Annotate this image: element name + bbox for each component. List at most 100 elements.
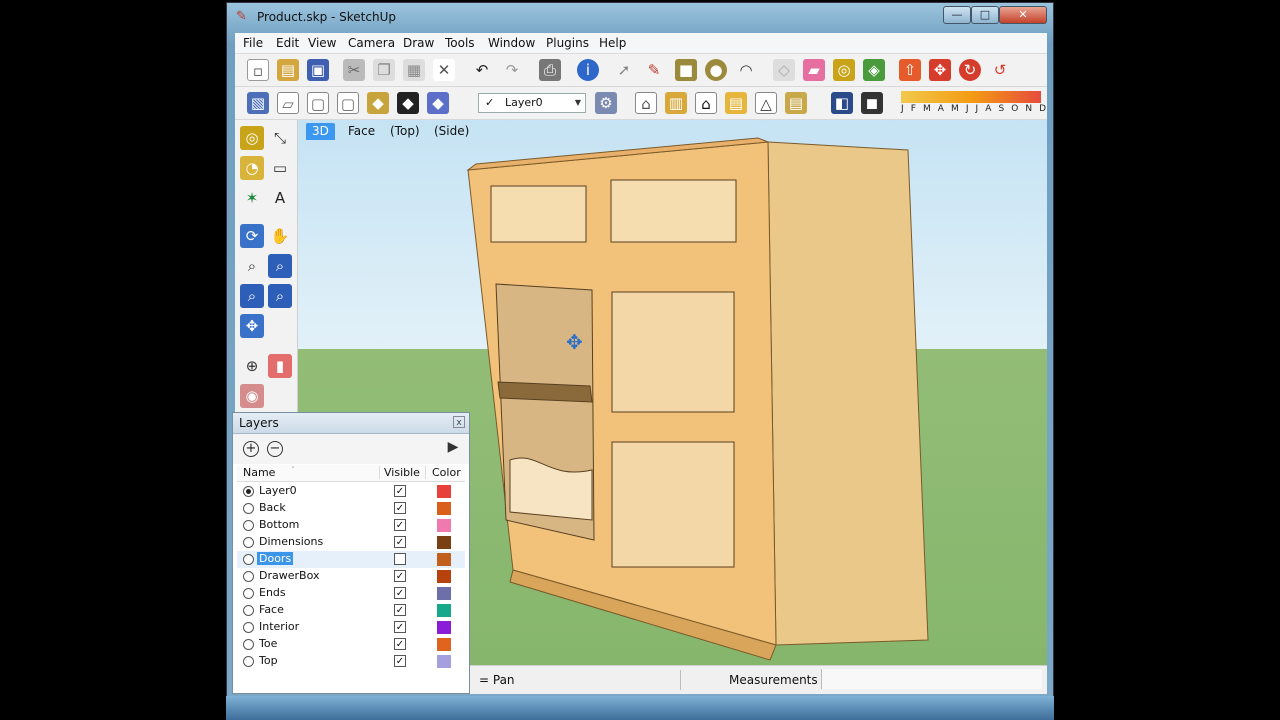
layer-row[interactable]: Doors bbox=[237, 551, 465, 568]
push-pull-icon[interactable]: ⇧ bbox=[899, 59, 921, 81]
zoom-icon[interactable]: ⌕ bbox=[240, 254, 264, 278]
active-layer-radio[interactable] bbox=[243, 656, 254, 667]
warehouse-house-icon[interactable]: ⌂ bbox=[635, 92, 657, 114]
menu-window[interactable]: Window bbox=[488, 36, 535, 50]
layer-row[interactable]: Top ✓ bbox=[237, 653, 465, 670]
layer-color-swatch[interactable] bbox=[437, 519, 451, 532]
zoom-extents-icon[interactable]: ⌕ bbox=[240, 284, 264, 308]
layer-color-swatch[interactable] bbox=[437, 553, 451, 566]
month-slider[interactable] bbox=[901, 91, 1041, 103]
layer-color-swatch[interactable] bbox=[437, 502, 451, 515]
layer-visible-checkbox[interactable] bbox=[394, 553, 406, 565]
layer-row[interactable]: Ends ✓ bbox=[237, 585, 465, 602]
undo-icon[interactable]: ↶ bbox=[471, 59, 493, 81]
right-view-icon[interactable]: ▢ bbox=[337, 92, 359, 114]
section-plane-tool-icon[interactable]: ▮ bbox=[268, 354, 292, 378]
measurements-input[interactable] bbox=[821, 669, 1042, 689]
save-icon[interactable]: ▣ bbox=[307, 59, 329, 81]
active-layer-radio[interactable] bbox=[243, 520, 254, 531]
tape-measure-icon[interactable]: ◎ bbox=[240, 126, 264, 150]
layer-row[interactable]: Bottom ✓ bbox=[237, 517, 465, 534]
active-layer-radio[interactable] bbox=[243, 639, 254, 650]
tape-measure-icon[interactable]: ◎ bbox=[833, 59, 855, 81]
active-layer-radio[interactable] bbox=[243, 486, 254, 497]
erase-icon[interactable]: ✕ bbox=[433, 59, 455, 81]
roof-icon[interactable]: △ bbox=[755, 92, 777, 114]
layer-visible-checkbox[interactable]: ✓ bbox=[394, 536, 406, 548]
layer-color-swatch[interactable] bbox=[437, 638, 451, 651]
make-component-icon[interactable]: ◇ bbox=[773, 59, 795, 81]
active-layer-radio[interactable] bbox=[243, 537, 254, 548]
layer-color-swatch[interactable] bbox=[437, 587, 451, 600]
layers-panel-titlebar[interactable]: Layers x bbox=[233, 413, 469, 434]
menu-tools[interactable]: Tools bbox=[445, 36, 475, 50]
menu-camera[interactable]: Camera bbox=[348, 36, 395, 50]
title-bar[interactable]: ✎ Product.skp - SketchUp — □ ✕ bbox=[227, 3, 1053, 33]
layer-color-swatch[interactable] bbox=[437, 655, 451, 668]
layer-color-swatch[interactable] bbox=[437, 621, 451, 634]
layer-visible-checkbox[interactable]: ✓ bbox=[394, 621, 406, 633]
current-layer-select[interactable]: ✓ Layer0 ▼ bbox=[478, 93, 586, 113]
open-folder-icon[interactable]: ▤ bbox=[277, 59, 299, 81]
scene-tab-face[interactable]: Face bbox=[342, 123, 381, 140]
layer-visible-checkbox[interactable]: ✓ bbox=[394, 587, 406, 599]
maximize-button[interactable]: □ bbox=[971, 6, 999, 24]
dimension-icon[interactable]: ⤡ bbox=[268, 126, 292, 150]
print-icon[interactable]: ⎙ bbox=[539, 59, 561, 81]
top-view-icon[interactable]: ▱ bbox=[277, 92, 299, 114]
layer-row[interactable]: Interior ✓ bbox=[237, 619, 465, 636]
active-layer-radio[interactable] bbox=[243, 605, 254, 616]
layer-visible-checkbox[interactable]: ✓ bbox=[394, 570, 406, 582]
iso-view-icon[interactable]: ▧ bbox=[247, 92, 269, 114]
layer-visible-checkbox[interactable]: ✓ bbox=[394, 604, 406, 616]
menu-view[interactable]: View bbox=[308, 36, 336, 50]
menu-plugins[interactable]: Plugins bbox=[546, 36, 589, 50]
select-arrow-icon[interactable]: ➚ bbox=[613, 59, 635, 81]
layer-visible-checkbox[interactable]: ✓ bbox=[394, 519, 406, 531]
layer-row[interactable]: Dimensions ✓ bbox=[237, 534, 465, 551]
shaded-texture-icon[interactable]: ◆ bbox=[397, 92, 419, 114]
layer-row[interactable]: Back ✓ bbox=[237, 500, 465, 517]
shadow-settings-icon[interactable]: ◧ bbox=[831, 92, 853, 114]
orbit-icon[interactable]: ⟳ bbox=[240, 224, 264, 248]
menu-file[interactable]: File bbox=[243, 36, 263, 50]
details-arrow-icon[interactable]: ▶ bbox=[445, 439, 461, 459]
layer-visible-checkbox[interactable]: ✓ bbox=[394, 485, 406, 497]
shadows-toggle-icon[interactable]: ◼ bbox=[861, 92, 883, 114]
front-view-icon[interactable]: ▢ bbox=[307, 92, 329, 114]
remove-layer-button[interactable]: − bbox=[267, 441, 283, 457]
layer-color-swatch[interactable] bbox=[437, 536, 451, 549]
active-layer-radio[interactable] bbox=[243, 571, 254, 582]
look-around-icon[interactable]: ◉ bbox=[240, 384, 264, 408]
layer-row[interactable]: Layer0 ✓ bbox=[237, 483, 465, 500]
move-icon[interactable]: ✥ bbox=[929, 59, 951, 81]
circle-icon[interactable]: ● bbox=[705, 59, 727, 81]
text-label-icon[interactable]: ▭ bbox=[268, 156, 292, 180]
follow-me-icon[interactable]: ↺ bbox=[989, 59, 1011, 81]
paint-bucket-icon[interactable]: ◈ bbox=[863, 59, 885, 81]
menu-help[interactable]: Help bbox=[599, 36, 626, 50]
column-visible[interactable]: Visible bbox=[379, 466, 420, 479]
active-layer-radio[interactable] bbox=[243, 622, 254, 633]
pan-hand-icon[interactable]: ✋ bbox=[268, 224, 292, 248]
paste-icon[interactable]: ▦ bbox=[403, 59, 425, 81]
layer-row[interactable]: Face ✓ bbox=[237, 602, 465, 619]
monochrome-icon[interactable]: ◆ bbox=[427, 92, 449, 114]
layer-visible-checkbox[interactable]: ✓ bbox=[394, 502, 406, 514]
menu-draw[interactable]: Draw bbox=[403, 36, 434, 50]
rotate-icon[interactable]: ↻ bbox=[959, 59, 981, 81]
arc-icon[interactable]: ◠ bbox=[735, 59, 757, 81]
active-layer-radio[interactable] bbox=[243, 588, 254, 599]
layers-panel-close-button[interactable]: x bbox=[453, 416, 465, 428]
active-layer-radio[interactable] bbox=[243, 503, 254, 514]
layer-row[interactable]: DrawerBox ✓ bbox=[237, 568, 465, 585]
layer-visible-checkbox[interactable]: ✓ bbox=[394, 655, 406, 667]
copy-icon[interactable]: ❐ bbox=[373, 59, 395, 81]
layer-row[interactable]: Toe ✓ bbox=[237, 636, 465, 653]
scene-tab-side[interactable]: (Side) bbox=[428, 123, 475, 140]
scene-tab-3d[interactable]: 3D bbox=[306, 123, 335, 140]
layer-manager-icon[interactable]: ⚙ bbox=[595, 92, 617, 114]
layer-color-swatch[interactable] bbox=[437, 570, 451, 583]
close-button[interactable]: ✕ bbox=[999, 6, 1047, 24]
column-name[interactable]: Name bbox=[243, 466, 275, 479]
